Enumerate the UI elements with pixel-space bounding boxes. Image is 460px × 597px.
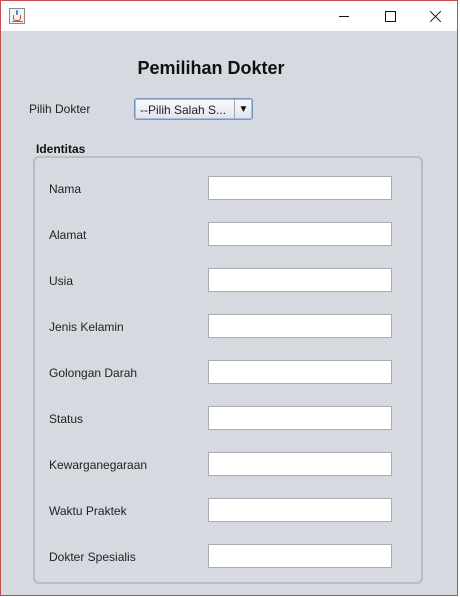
identity-group-title: Identitas	[36, 142, 86, 156]
address-field[interactable]	[208, 222, 392, 246]
title-bar[interactable]	[1, 1, 457, 31]
status-label: Status	[49, 412, 84, 426]
name-label: Nama	[49, 182, 82, 196]
blood-type-field[interactable]	[208, 360, 392, 384]
citizenship-field[interactable]	[208, 452, 392, 476]
practice-time-field[interactable]	[208, 498, 392, 522]
specialist-field[interactable]	[208, 544, 392, 568]
doctor-select-value: --Pilih Salah S...	[140, 103, 227, 117]
gender-field[interactable]	[208, 314, 392, 338]
citizenship-label: Kewarganegaraan	[49, 458, 148, 472]
minimize-icon	[339, 15, 349, 17]
age-field[interactable]	[208, 268, 392, 292]
specialist-label: Dokter Spesialis	[49, 550, 136, 564]
app-window: Pemilihan Dokter Pilih Dokter --Pilih Sa…	[0, 0, 458, 596]
doctor-picker-label: Pilih Dokter	[29, 102, 91, 116]
age-label: Usia	[49, 274, 74, 288]
close-icon	[430, 10, 442, 22]
maximize-icon	[384, 10, 396, 22]
practice-time-label: Waktu Praktek	[49, 504, 127, 518]
address-label: Alamat	[49, 228, 87, 242]
gender-label: Jenis Kelamin	[49, 320, 124, 334]
maximize-button[interactable]	[367, 1, 413, 31]
doctor-select[interactable]: --Pilih Salah S... ▼	[134, 98, 253, 120]
close-button[interactable]	[413, 1, 459, 31]
page-title: Pemilihan Dokter	[137, 58, 285, 78]
java-cup-icon[interactable]	[9, 8, 25, 24]
minimize-button[interactable]	[321, 1, 367, 31]
status-field[interactable]	[208, 406, 392, 430]
blood-type-label: Golongan Darah	[49, 366, 138, 380]
name-field[interactable]	[208, 176, 392, 200]
triangle-down-icon[interactable]: ▼	[234, 99, 252, 119]
